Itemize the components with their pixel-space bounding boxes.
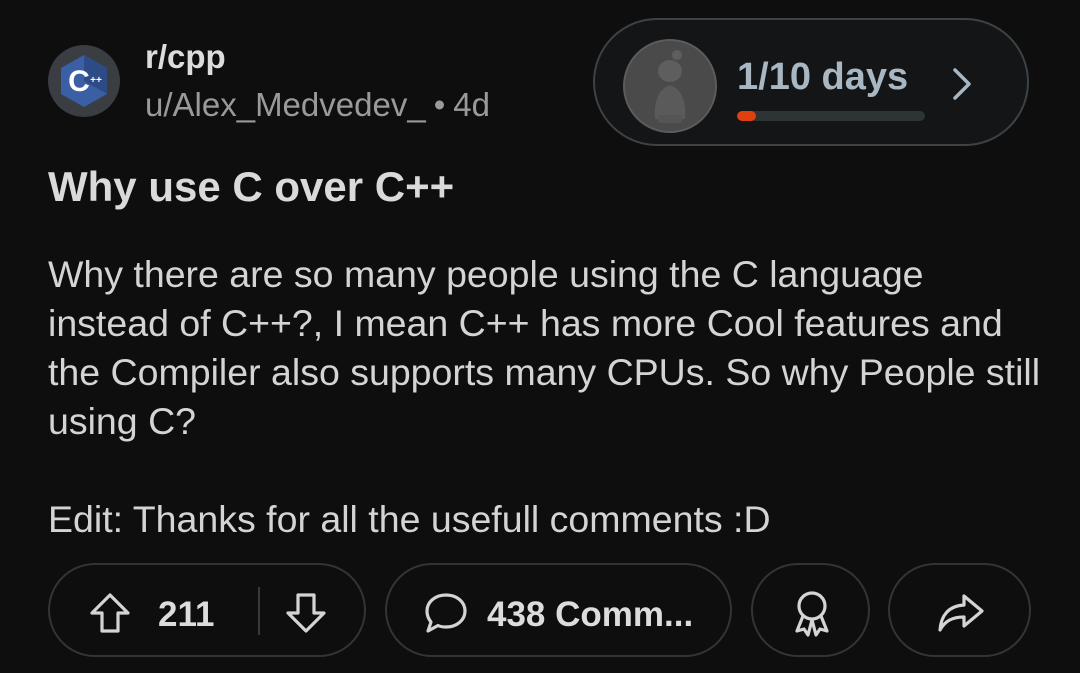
subreddit-name[interactable]: r/cpp: [145, 38, 226, 76]
arrow-up-icon[interactable]: [88, 591, 132, 635]
author-name[interactable]: u/Alex_Medvedev_: [145, 86, 426, 123]
snoo-avatar-icon: [625, 41, 715, 131]
chevron-right-icon: [953, 68, 971, 100]
meta-separator: •: [433, 86, 446, 123]
post-body-paragraph: Why there are so many people using the C…: [48, 253, 1041, 442]
streak-progress-bar: [737, 111, 925, 121]
post-title: Why use C over C++: [48, 163, 455, 210]
subreddit-avatar[interactable]: C ++: [48, 45, 120, 117]
share-arrow-icon: [938, 594, 984, 632]
award-button[interactable]: [751, 563, 870, 657]
post-body: Why there are so many people using the C…: [48, 250, 1048, 544]
streak-label: 1/10 days: [737, 56, 909, 98]
cpp-logo-letter: C: [68, 65, 90, 98]
vote-divider: [258, 587, 260, 635]
post-meta: u/Alex_Medvedev_ • 4d: [145, 86, 490, 124]
streak-widget[interactable]: 1/10 days: [593, 18, 1029, 146]
post-age: 4d: [453, 86, 490, 123]
cpp-logo-badge: ++: [90, 75, 102, 86]
streak-progress-fill: [737, 111, 756, 121]
arrow-down-icon[interactable]: [284, 591, 328, 635]
upvote-count: 211: [158, 595, 215, 634]
share-button[interactable]: [888, 563, 1031, 657]
comment-count: 438 Comm...: [487, 595, 694, 634]
vote-bar: 211: [48, 563, 366, 657]
comments-button[interactable]: 438 Comm...: [385, 563, 732, 657]
post-body-edit: Edit: Thanks for all the usefull comment…: [48, 498, 771, 540]
award-ribbon-icon: [795, 591, 829, 637]
speech-bubble-icon: [425, 593, 467, 633]
streak-avatar: [623, 39, 717, 133]
cpp-logo-icon: C ++: [61, 55, 107, 107]
